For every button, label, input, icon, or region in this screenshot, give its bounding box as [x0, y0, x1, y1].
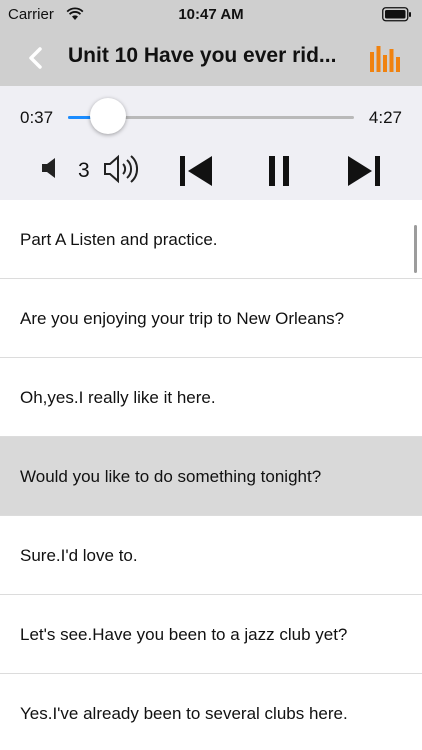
nav-bar: Unit 10 Have you ever rid...	[0, 30, 422, 86]
sentence-row[interactable]: Are you enjoying your trip to New Orlean…	[0, 279, 422, 358]
previous-track-button[interactable]	[178, 154, 214, 193]
sentence-row[interactable]: Part A Listen and practice.	[0, 200, 422, 279]
sentence-row[interactable]: Let's see.Have you been to a jazz club y…	[0, 595, 422, 674]
battery-icon	[382, 7, 412, 27]
sentence-row[interactable]: Sure.I'd love to.	[0, 516, 422, 595]
total-time: 4:27	[368, 108, 402, 127]
elapsed-time: 0:37	[20, 108, 54, 127]
scroll-indicator[interactable]	[414, 225, 417, 273]
next-track-button[interactable]	[346, 154, 382, 193]
pause-button[interactable]	[266, 154, 292, 193]
volume-level: 3	[78, 159, 90, 182]
sentence-row[interactable]: Oh,yes.I really like it here.	[0, 358, 422, 437]
sentence-list[interactable]: Part A Listen and practice. Are you enjoy…	[0, 200, 422, 750]
equalizer-icon[interactable]	[370, 46, 400, 77]
back-chevron-icon[interactable]	[26, 46, 46, 70]
volume-up-icon[interactable]	[104, 154, 144, 189]
clock: 10:47 AM	[178, 6, 244, 23]
progress-thumb[interactable]	[90, 98, 127, 134]
page-title: Unit 10 Have you ever rid...	[68, 44, 337, 67]
sentence-row[interactable]: Yes.I've already been to several clubs h…	[0, 674, 422, 750]
volume-down-icon[interactable]	[40, 156, 62, 185]
sentence-row[interactable]: Would you like to do something tonight?	[0, 437, 422, 516]
audio-player: 0:37 4:27 3	[0, 86, 422, 200]
status-bar: Carrier 10:47 AM	[0, 0, 422, 30]
